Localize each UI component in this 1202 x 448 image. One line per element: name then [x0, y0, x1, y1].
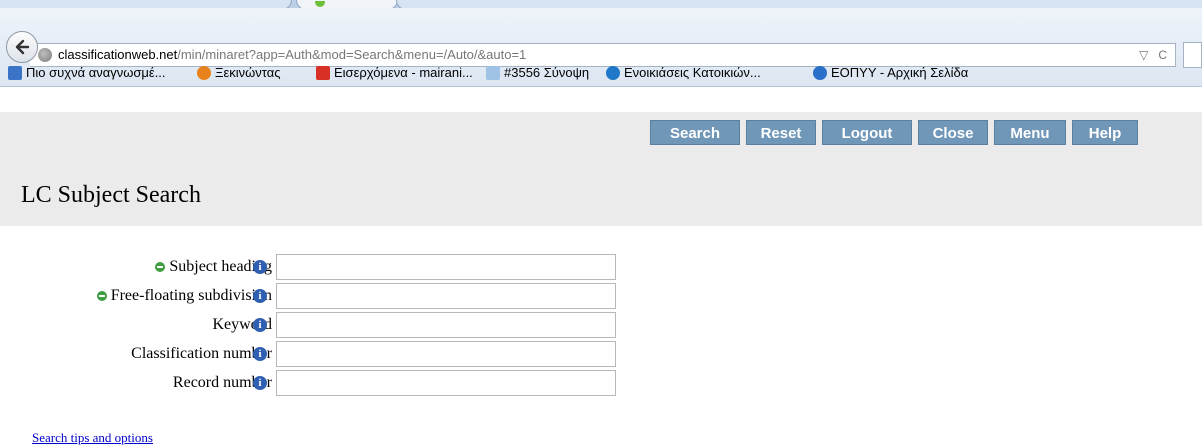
field-label-text: Classification number: [131, 345, 272, 362]
info-icon[interactable]: i: [253, 318, 267, 332]
keyword-input[interactable]: [276, 312, 616, 338]
page-title: LC Subject Search: [21, 182, 201, 208]
form-row-free-floating-subdivision: Free-floating subdivision i: [0, 282, 640, 310]
record-number-input[interactable]: [276, 370, 616, 396]
field-label: Free-floating subdivision: [96, 282, 272, 310]
back-arrow-icon: [15, 39, 30, 55]
tab-favicon-icon: [315, 1, 325, 7]
bookmark-label: Ξεκινώντας: [215, 65, 281, 80]
close-button[interactable]: Close: [918, 120, 988, 145]
form-row-keyword: Keyword i: [0, 311, 640, 339]
bookmark-item[interactable]: Ενοικιάσεις Κατοικιών...: [606, 60, 761, 86]
page-icon: [486, 66, 500, 80]
globe-icon: [813, 66, 827, 80]
bookmark-item[interactable]: Πιο συχνά αναγνωσμέ...: [8, 60, 166, 86]
form-row-record-number: Record number i: [0, 369, 640, 397]
form-row-classification-number: Classification number i: [0, 340, 640, 368]
bookmark-item[interactable]: #3556 Σύνοψη: [486, 60, 589, 86]
subject-heading-input[interactable]: [276, 254, 616, 280]
field-label: Classification number: [131, 340, 272, 368]
bookmarks-bar: Πιο συχνά αναγνωσμέ... Ξεκινώντας Εισερχόμ…: [0, 60, 1202, 86]
help-button[interactable]: Help: [1072, 120, 1138, 145]
field-label-text: Free-floating subdivision: [110, 287, 272, 304]
reset-button[interactable]: Reset: [746, 120, 816, 145]
bird-icon: [606, 66, 620, 80]
search-button[interactable]: Search: [650, 120, 740, 145]
bookmark-label: Πιο συχνά αναγνωσμέ...: [26, 65, 166, 80]
back-button[interactable]: [6, 31, 38, 63]
tab-strip: [0, 0, 1202, 8]
info-icon[interactable]: i: [253, 376, 267, 390]
browser-tab-active[interactable]: [296, 0, 398, 8]
free-floating-subdivision-input[interactable]: [276, 283, 616, 309]
required-bullet-icon: [96, 291, 107, 301]
classification-number-input[interactable]: [276, 341, 616, 367]
bookmark-label: Εισερχόμενα - mairani...: [334, 65, 473, 80]
page-header: Search Reset Logout Close Menu Help LC S…: [0, 112, 1202, 226]
browser-tab[interactable]: [0, 0, 292, 8]
info-icon[interactable]: i: [253, 289, 267, 303]
menu-button[interactable]: Menu: [994, 120, 1066, 145]
required-bullet-icon: [155, 262, 166, 272]
gmail-icon: [316, 66, 330, 80]
firefox-icon: [197, 66, 211, 80]
bookmark-label: Ενοικιάσεις Κατοικιών...: [624, 65, 761, 80]
info-icon[interactable]: i: [253, 347, 267, 361]
search-tips-link[interactable]: Search tips and options: [32, 430, 153, 446]
browser-tab[interactable]: [396, 0, 1202, 8]
info-icon[interactable]: i: [253, 260, 267, 274]
logout-button[interactable]: Logout: [822, 120, 912, 145]
bookmark-item[interactable]: ΕΟΠΥΥ - Αρχική Σελίδα: [813, 60, 968, 86]
bookmark-label: ΕΟΠΥΥ - Αρχική Σελίδα: [831, 65, 969, 80]
bookmark-item[interactable]: Ξεκινώντας: [197, 60, 281, 86]
form-row-subject-heading: Subject heading i: [0, 253, 640, 281]
bookmark-item[interactable]: Εισερχόμενα - mairani...: [316, 60, 473, 86]
most-visited-icon: [8, 66, 22, 80]
bookmark-label: #3556 Σύνοψη: [504, 65, 590, 80]
